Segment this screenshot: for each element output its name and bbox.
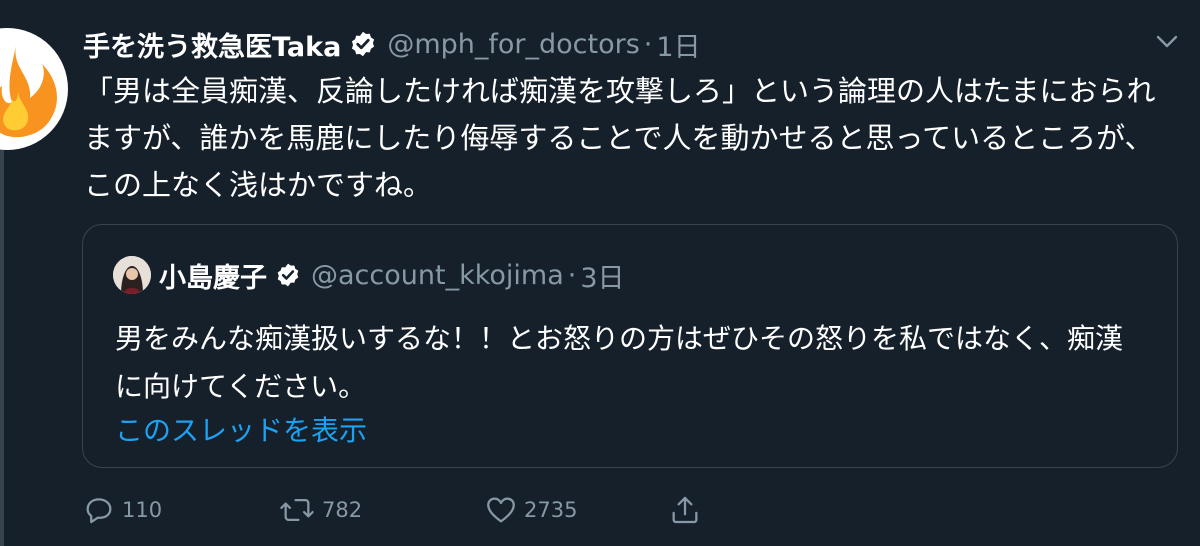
quoted-author-name: 小島慶子 bbox=[159, 262, 267, 294]
share-button[interactable] bbox=[668, 493, 708, 527]
reply-count: 110 bbox=[122, 498, 163, 522]
chevron-down-icon[interactable] bbox=[1154, 32, 1180, 52]
show-thread-link[interactable]: このスレッドを表示 bbox=[115, 409, 367, 449]
verified-badge-icon bbox=[277, 263, 299, 287]
retweet-icon bbox=[280, 498, 314, 522]
person-avatar-icon bbox=[113, 256, 151, 294]
tweet-timestamp[interactable]: 1日 bbox=[656, 25, 700, 64]
author-avatar[interactable] bbox=[0, 28, 68, 150]
quoted-author-avatar bbox=[113, 256, 151, 294]
quoted-author-handle: @account_kkojima bbox=[311, 259, 564, 291]
reply-button[interactable]: 110 bbox=[82, 493, 278, 527]
tweet-text: 「男は全員痴漢、反論したければ痴漢を攻撃しろ」という論理の人はたまにおられますが… bbox=[84, 74, 1156, 202]
thread-line bbox=[0, 150, 4, 546]
verified-badge-icon bbox=[352, 31, 375, 57]
tweet-actions: 110 782 2735 bbox=[82, 490, 708, 530]
quoted-tweet-card[interactable]: 小島慶子 @account_kkojima · 3日 男をみんな痴漢扱いするな！… bbox=[82, 224, 1178, 468]
heart-icon bbox=[487, 497, 515, 523]
quoted-tweet-text: 男をみんな痴漢扱いするな！！とお怒りの方はぜひその怒りを私ではなく、痴漢に向けて… bbox=[115, 322, 1124, 403]
quoted-header-separator: · bbox=[567, 259, 577, 291]
quoted-timestamp: 3日 bbox=[580, 262, 625, 294]
share-icon bbox=[672, 496, 698, 524]
fire-emoji-icon bbox=[0, 46, 57, 137]
like-button[interactable]: 2735 bbox=[484, 493, 668, 527]
author-name[interactable]: 手を洗う救急医Taka bbox=[83, 25, 341, 64]
author-handle[interactable]: @mph_for_doctors bbox=[387, 29, 639, 60]
header-separator: · bbox=[643, 28, 653, 60]
retweet-button[interactable]: 782 bbox=[278, 493, 484, 527]
reply-icon bbox=[86, 498, 112, 524]
like-count: 2735 bbox=[524, 498, 578, 522]
retweet-count: 782 bbox=[322, 498, 363, 522]
tweet-header: 手を洗う救急医Taka @mph_for_doctors · 1日 bbox=[83, 22, 701, 66]
quoted-tweet-header: 小島慶子 @account_kkojima · 3日 bbox=[113, 255, 625, 295]
